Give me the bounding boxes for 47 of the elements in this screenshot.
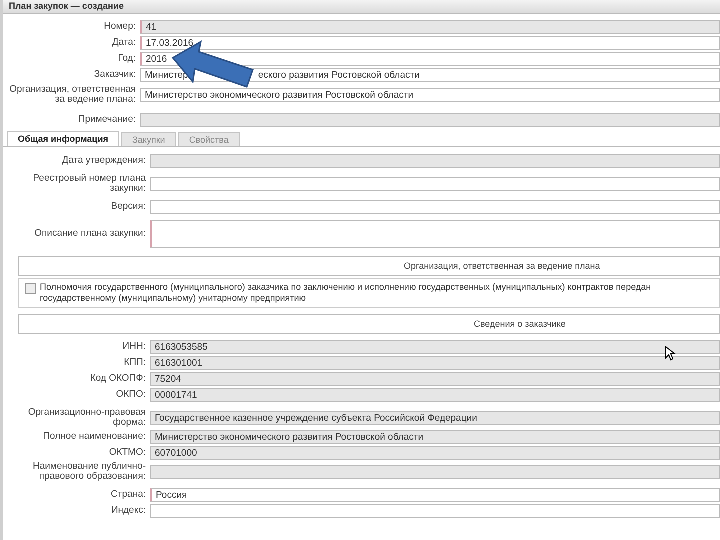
checkbox-label: Полномочия государственного (муниципального) заказчика по заключению и исполнению государственных (муниципальных) контрактов передан государственному (муниципальному) унитарному предприятию — [40, 282, 652, 304]
checkbox[interactable] — [25, 283, 36, 294]
field-label: КПП: — [123, 358, 146, 368]
input-field[interactable] — [150, 504, 720, 518]
field-label: Полное наименование: — [42, 432, 146, 442]
input-field[interactable]: 41 — [140, 20, 720, 34]
field-label: Заказчик: — [93, 70, 136, 80]
input-field[interactable]: 00001741 — [150, 388, 720, 402]
field-label: Номер: — [103, 22, 136, 32]
input-field[interactable] — [150, 200, 720, 214]
input-field[interactable]: Государственное казенное учреждение субъекта Российской Федерации — [150, 411, 720, 425]
input-field[interactable]: Россия — [150, 488, 720, 502]
field-label: Индекс: — [110, 506, 146, 516]
field-label: Наименование публично-правового образования: — [32, 462, 146, 482]
input-field[interactable]: 75204 — [150, 372, 720, 386]
input-field[interactable]: 6163053585 — [150, 340, 720, 354]
input-field[interactable]: Министерство экономического развития Ростовской области — [140, 88, 720, 102]
field-label: Версия: — [110, 202, 146, 212]
window-title: План закупок — создание — [3, 0, 720, 14]
field-label: Код ОКОПФ: — [89, 374, 146, 384]
input-field[interactable]: Министер еского развития Ростовской области — [140, 68, 720, 82]
field-label: Дата утверждения: — [61, 156, 146, 166]
cursor-icon — [665, 346, 676, 361]
field-label: ИНН: — [122, 342, 146, 352]
section-title: Сведения о заказчике — [474, 319, 566, 329]
input-field[interactable] — [150, 154, 720, 168]
field-label: ОКТМО: — [108, 448, 146, 458]
field-label: Примечание: — [77, 115, 136, 125]
input-field[interactable] — [150, 465, 720, 479]
input-field[interactable]: Министерство экономического развития Ростовской области — [150, 430, 720, 444]
section-title: Организация, ответственная за ведение плана — [404, 261, 600, 271]
field-label: ОКПО: — [115, 390, 146, 400]
input-field[interactable]: 616301001 — [150, 356, 720, 370]
input-field[interactable]: 60701000 — [150, 446, 720, 460]
tab[interactable]: Общая информация — [7, 131, 120, 146]
field-label: Организационно-правовая форма: — [27, 408, 146, 428]
input-field[interactable]: 17.03.2016 — [140, 36, 720, 50]
field-label: Организация, ответственная за ведение плана: — [8, 85, 136, 105]
input-field[interactable] — [150, 177, 720, 191]
field-label: Описание плана закупки: — [34, 229, 146, 239]
text-area[interactable] — [150, 220, 720, 248]
field-label: Год: — [117, 54, 136, 64]
field-label: Дата: — [111, 38, 136, 48]
input-field[interactable]: 2016 — [140, 52, 720, 66]
field-label: Страна: — [110, 490, 146, 500]
input-field[interactable] — [140, 113, 720, 127]
field-label: Реестровый номер плана закупки: — [32, 174, 146, 194]
